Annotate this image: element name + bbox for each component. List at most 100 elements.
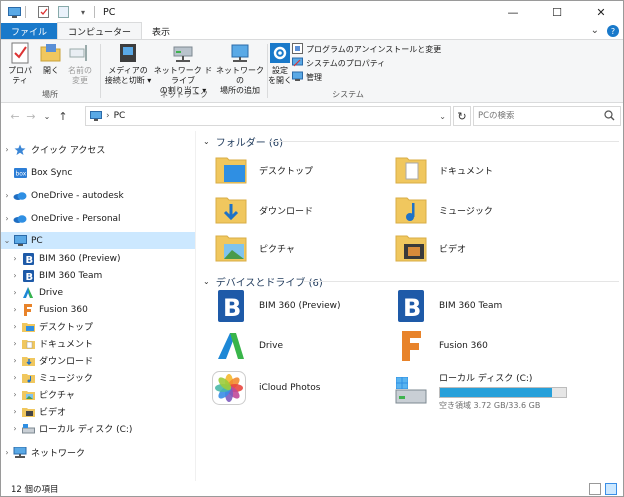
nav-item-videos[interactable]: › ビデオ	[1, 403, 195, 420]
add-network-location-button[interactable]: ネットワークの 場所の追加	[215, 42, 265, 96]
expand-chevron-icon[interactable]: ›	[9, 322, 21, 331]
expand-chevron-icon[interactable]: ›	[9, 288, 21, 297]
expand-chevron-icon[interactable]: ›	[9, 424, 21, 433]
map-media-button[interactable]: メディアの 接続と切断 ▾	[103, 42, 153, 86]
chevron-down-icon[interactable]: ⌄	[439, 112, 446, 121]
nav-item-pictures[interactable]: › ピクチャ	[1, 386, 195, 403]
tab-computer[interactable]: コンピューター	[57, 22, 143, 39]
device-label: ローカル ディスク (C:)	[439, 374, 533, 384]
device-tile-drive[interactable]: Drive	[213, 329, 283, 363]
settings-gear-icon	[268, 42, 292, 64]
videos-folder-icon	[393, 231, 429, 265]
nav-item-onedrive-personal[interactable]: › OneDrive - Personal	[1, 210, 195, 227]
nav-item-network[interactable]: › ネットワーク	[1, 444, 195, 461]
folder-tile-pictures[interactable]: ピクチャ	[213, 231, 295, 265]
nav-item-onedrive-autodesk[interactable]: › OneDrive - autodesk	[1, 187, 195, 204]
nav-item-pc[interactable]: ⌄ PC	[1, 232, 195, 249]
device-tile-icloud-photos[interactable]: iCloud Photos	[209, 371, 320, 405]
expand-chevron-icon[interactable]: ›	[9, 390, 21, 399]
nav-item-drive[interactable]: › Drive	[1, 284, 195, 301]
rename-button[interactable]: 名前の 変更	[65, 42, 95, 86]
forward-button[interactable]: →	[23, 108, 39, 124]
map-network-drive-button[interactable]: ネットワーク ドライブ の割り当て ▾	[151, 42, 215, 96]
properties-icon[interactable]	[36, 5, 50, 19]
explorer-window: ▾ PC — ☐ ✕ ファイル コンピューター 表示 ⌄ ? プロパティ 開く …	[0, 0, 624, 497]
bim-icon: B	[393, 289, 429, 323]
back-button[interactable]: ←	[7, 108, 23, 124]
expand-chevron-icon[interactable]: ›	[9, 271, 21, 280]
disk-free-space: 空き領域 3.72 GB/33.6 GB	[439, 401, 541, 410]
nav-item-bim360-preview[interactable]: › B BIM 360 (Preview)	[1, 250, 195, 267]
device-tile-bim360-team[interactable]: B BIM 360 Team	[393, 289, 502, 323]
expand-chevron-icon[interactable]: ›	[9, 356, 21, 365]
folder-label: デスクトップ	[259, 166, 314, 177]
pane-divider[interactable]	[195, 131, 196, 481]
system-commands: プログラムのアンインストールと変更 システムのプロパティ 管理	[292, 42, 441, 83]
recent-locations-button[interactable]: ⌄	[39, 108, 55, 124]
help-icon[interactable]: ?	[607, 25, 619, 37]
properties-label: プロパティ	[8, 66, 32, 85]
details-view-button[interactable]	[589, 483, 601, 495]
maximize-button[interactable]: ☐	[535, 1, 579, 23]
breadcrumb-pc[interactable]: PC	[114, 111, 126, 121]
properties-button[interactable]: プロパティ	[5, 42, 35, 86]
expand-chevron-icon[interactable]: ›	[9, 254, 21, 263]
expand-chevron-icon[interactable]: ›	[9, 305, 21, 314]
nav-item-documents[interactable]: › ドキュメント	[1, 335, 195, 352]
properties-icon	[8, 42, 32, 64]
new-folder-icon[interactable]	[56, 5, 70, 19]
nav-item-bim360-team[interactable]: › B BIM 360 Team	[1, 267, 195, 284]
expand-chevron-icon[interactable]: ›	[1, 448, 13, 457]
search-box[interactable]	[473, 106, 621, 126]
nav-item-fusion360[interactable]: › Fusion 360	[1, 301, 195, 318]
nav-item-box-sync[interactable]: box Box Sync	[1, 164, 195, 181]
device-tile-local-disk[interactable]: ローカル ディスク (C:) 空き領域 3.72 GB/33.6 GB	[393, 371, 567, 411]
collapse-chevron-icon[interactable]: ⌄	[203, 137, 210, 146]
expand-chevron-icon[interactable]: ›	[9, 373, 21, 382]
system-properties-button[interactable]: システムのプロパティ	[292, 57, 441, 69]
folder-tile-music[interactable]: ミュージック	[393, 193, 493, 227]
nav-item-downloads[interactable]: › ダウンロード	[1, 352, 195, 369]
media-device-icon	[116, 42, 140, 64]
nav-item-local-disk[interactable]: › ローカル ディスク (C:)	[1, 420, 195, 437]
chevron-down-icon[interactable]: ⌄	[591, 25, 599, 37]
folder-tile-videos[interactable]: ビデオ	[393, 231, 466, 265]
expand-chevron-icon[interactable]: ›	[1, 214, 13, 223]
device-tile-bim360-preview[interactable]: B BIM 360 (Preview)	[213, 289, 341, 323]
large-icons-view-button[interactable]	[605, 483, 617, 495]
minimize-button[interactable]: —	[491, 1, 535, 23]
folder-tile-downloads[interactable]: ダウンロード	[213, 193, 313, 227]
expand-chevron-icon[interactable]: ›	[1, 191, 13, 200]
expand-chevron-icon[interactable]: ›	[9, 339, 21, 348]
open-button[interactable]: 開く	[39, 42, 63, 76]
folder-label: ピクチャ	[259, 244, 295, 255]
search-input[interactable]	[478, 111, 598, 121]
rename-label: 名前の 変更	[68, 66, 92, 85]
nav-item-music[interactable]: › ミュージック	[1, 369, 195, 386]
close-button[interactable]: ✕	[579, 1, 623, 23]
refresh-button[interactable]: ↻	[453, 106, 471, 126]
cloud-icon	[13, 189, 27, 203]
device-tile-fusion360[interactable]: Fusion 360	[393, 329, 488, 363]
folder-tile-documents[interactable]: ドキュメント	[393, 153, 493, 187]
customize-qat-icon[interactable]: ▾	[76, 5, 90, 19]
collapse-chevron-icon[interactable]: ⌄	[1, 236, 13, 245]
expand-chevron-icon[interactable]: ›	[9, 407, 21, 416]
tab-file[interactable]: ファイル	[1, 23, 58, 39]
nav-item-desktop[interactable]: › デスクトップ	[1, 318, 195, 335]
manage-button[interactable]: 管理	[292, 71, 441, 83]
documents-folder-icon	[21, 337, 35, 351]
uninstall-programs-button[interactable]: プログラムのアンインストールと変更	[292, 42, 441, 55]
open-settings-button[interactable]: 設定 を開く	[268, 42, 292, 86]
svg-text:B: B	[403, 294, 421, 322]
desktop-folder-icon	[21, 320, 35, 334]
tab-view[interactable]: 表示	[142, 23, 180, 39]
address-bar[interactable]: › PC ⌄	[85, 106, 451, 126]
pc-icon[interactable]	[7, 5, 21, 19]
up-button[interactable]: ↑	[55, 108, 71, 124]
nav-item-quick-access[interactable]: › クイック アクセス	[1, 141, 195, 158]
disk-icon	[393, 374, 429, 408]
folder-tile-desktop[interactable]: デスクトップ	[213, 153, 313, 187]
expand-chevron-icon[interactable]: ›	[1, 145, 13, 154]
collapse-chevron-icon[interactable]: ⌄	[203, 277, 210, 286]
